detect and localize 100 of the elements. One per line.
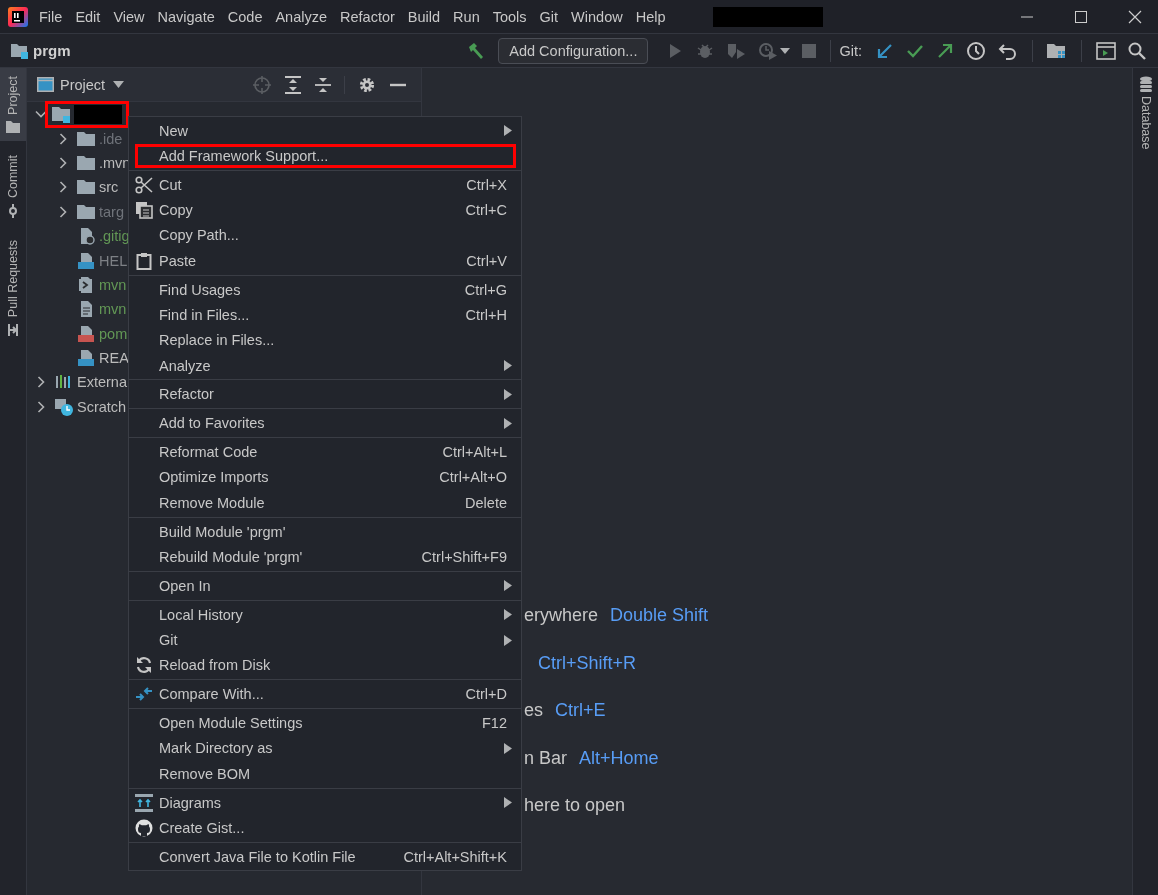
caret-icon: [113, 81, 125, 88]
menu-item[interactable]: Find Usages Ctrl+G: [129, 276, 521, 303]
chevron-icon[interactable]: [57, 181, 69, 194]
menu-item[interactable]: Rebuild Module 'prgm' Ctrl+Shift+F9: [129, 544, 521, 570]
hint-text: erywhere: [524, 605, 599, 627]
menu-item[interactable]: Window: [571, 8, 623, 25]
menu-item[interactable]: Compare With... Ctrl+D: [129, 681, 521, 707]
menu-item[interactable]: Analyze: [129, 352, 521, 379]
tree-item[interactable]: src: [99, 179, 119, 196]
menu-item[interactable]: Copy Ctrl+C: [129, 197, 521, 223]
chevron-icon[interactable]: [57, 205, 69, 218]
coverage-icon[interactable]: [726, 41, 747, 60]
menu-item[interactable]: Open Module Settings F12: [129, 710, 521, 736]
tool-window-tab[interactable]: Database: [1133, 68, 1158, 158]
menu-item[interactable]: Build Module 'prgm': [129, 519, 521, 545]
folder-icon: [77, 202, 95, 221]
menu-item[interactable]: Tools: [492, 8, 527, 25]
diagram-icon: [135, 793, 153, 812]
menu-item[interactable]: Refactor: [340, 8, 395, 25]
expand-all-icon[interactable]: [285, 75, 301, 94]
folder-icon: [77, 153, 95, 172]
database-icon: [1138, 76, 1153, 92]
maximize-icon[interactable]: [1074, 9, 1088, 24]
hint-text: here to open: [524, 795, 626, 817]
terminal-icon[interactable]: [1096, 41, 1116, 60]
minimize-icon[interactable]: [390, 82, 406, 87]
menu-item[interactable]: Diagrams: [129, 789, 521, 816]
view-selector[interactable]: Project: [54, 76, 131, 93]
menu-item[interactable]: Mark Directory as: [129, 735, 521, 762]
menu-item[interactable]: Analyze: [275, 8, 328, 25]
menu-item[interactable]: Code: [227, 8, 263, 25]
tree-item[interactable]: Scratch: [77, 398, 127, 415]
search-icon[interactable]: [1128, 41, 1146, 60]
menu-item[interactable]: Add to Favorites: [129, 410, 521, 436]
menu-item[interactable]: New: [129, 118, 521, 144]
scratches-icon: [55, 397, 73, 416]
menu-item[interactable]: File: [39, 8, 63, 25]
folder-icon: [6, 120, 20, 133]
pull-request-icon: [6, 323, 20, 338]
menu-item[interactable]: Cut Ctrl+X: [129, 172, 521, 198]
collapse-all-icon[interactable]: [315, 75, 331, 94]
redacted-block: [74, 104, 122, 124]
menu-item[interactable]: Create Gist...: [129, 815, 521, 841]
menu-item[interactable]: Reload from Disk: [129, 652, 521, 678]
menu-item[interactable]: View: [113, 8, 145, 25]
panel-icon: [37, 77, 54, 92]
stop-icon[interactable]: [802, 43, 817, 58]
menu-item[interactable]: Git: [129, 627, 521, 653]
tree-item[interactable]: Externa: [77, 374, 127, 391]
cat-silhouette-icon: [135, 818, 153, 837]
menu-item[interactable]: Remove Module Delete: [129, 490, 521, 516]
hint-text: n Bar: [524, 747, 568, 769]
chevron-icon[interactable]: [57, 132, 69, 145]
folder-icon[interactable]: [1047, 41, 1067, 60]
menu-item[interactable]: Edit: [75, 8, 101, 25]
menu-item[interactable]: Find in Files... Ctrl+H: [129, 302, 521, 328]
menu-item[interactable]: Run: [453, 8, 480, 25]
arrow-icon[interactable]: [876, 41, 894, 60]
app-logo-icon: [8, 6, 28, 27]
menu-item[interactable]: Open In: [129, 573, 521, 599]
project-name[interactable]: prgm: [33, 42, 71, 59]
menu-item[interactable]: Replace in Files...: [129, 327, 521, 353]
menu-item[interactable]: Optimize Imports Ctrl+Alt+O: [129, 464, 521, 491]
xml-file-icon: [77, 324, 95, 343]
arrow-icon[interactable]: [936, 41, 954, 60]
debug-icon[interactable]: [696, 41, 715, 60]
clock-icon[interactable]: [966, 40, 986, 61]
menu-item[interactable]: Add Framework Support...: [134, 143, 517, 169]
tree-item[interactable]: REA: [99, 350, 129, 367]
folder-icon: [77, 129, 95, 148]
tree-item[interactable]: mvn: [99, 276, 127, 293]
shortcut-text: Double Shift: [610, 605, 709, 627]
caret-icon: [780, 47, 791, 54]
chevron-icon[interactable]: [35, 376, 47, 389]
markdown-file-icon: [77, 349, 95, 368]
chevron-icon[interactable]: [35, 400, 47, 413]
menu-item[interactable]: Help: [635, 8, 666, 25]
menu-item[interactable]: Convert Java File to Kotlin File Ctrl+Alt+Shift+K: [129, 844, 521, 870]
tool-window-tab[interactable]: Project: [0, 68, 26, 141]
settings-icon[interactable]: [358, 75, 376, 94]
menu-item[interactable]: Local History: [129, 602, 521, 628]
add-configuration-button[interactable]: Add Configuration...: [498, 37, 649, 64]
tree-item[interactable]: HEL: [99, 252, 128, 269]
tree-item[interactable]: mvn: [99, 301, 127, 318]
tool-window-tab[interactable]: Pull Requests: [0, 231, 26, 346]
close-icon[interactable]: [1128, 9, 1142, 24]
menu-item[interactable]: Navigate: [157, 8, 215, 25]
menu-item[interactable]: Refactor: [129, 381, 521, 408]
menu-item[interactable]: Paste Ctrl+V: [129, 248, 521, 274]
tree-item[interactable]: pom: [99, 325, 128, 342]
shortcut-text: Ctrl+Shift+R: [538, 652, 637, 674]
scissors-icon: [135, 175, 153, 194]
chevron-icon[interactable]: [57, 156, 69, 169]
profile-button[interactable]: [758, 41, 791, 60]
menu-item[interactable]: Git: [539, 8, 559, 25]
menu-item[interactable]: Copy Path...: [129, 222, 521, 249]
tool-window-tab[interactable]: Commit: [0, 146, 26, 226]
menu-item[interactable]: Reformat Code Ctrl+Alt+L: [129, 439, 521, 465]
menu-item[interactable]: Build: [407, 8, 441, 25]
menu-item[interactable]: Remove BOM: [129, 761, 521, 787]
